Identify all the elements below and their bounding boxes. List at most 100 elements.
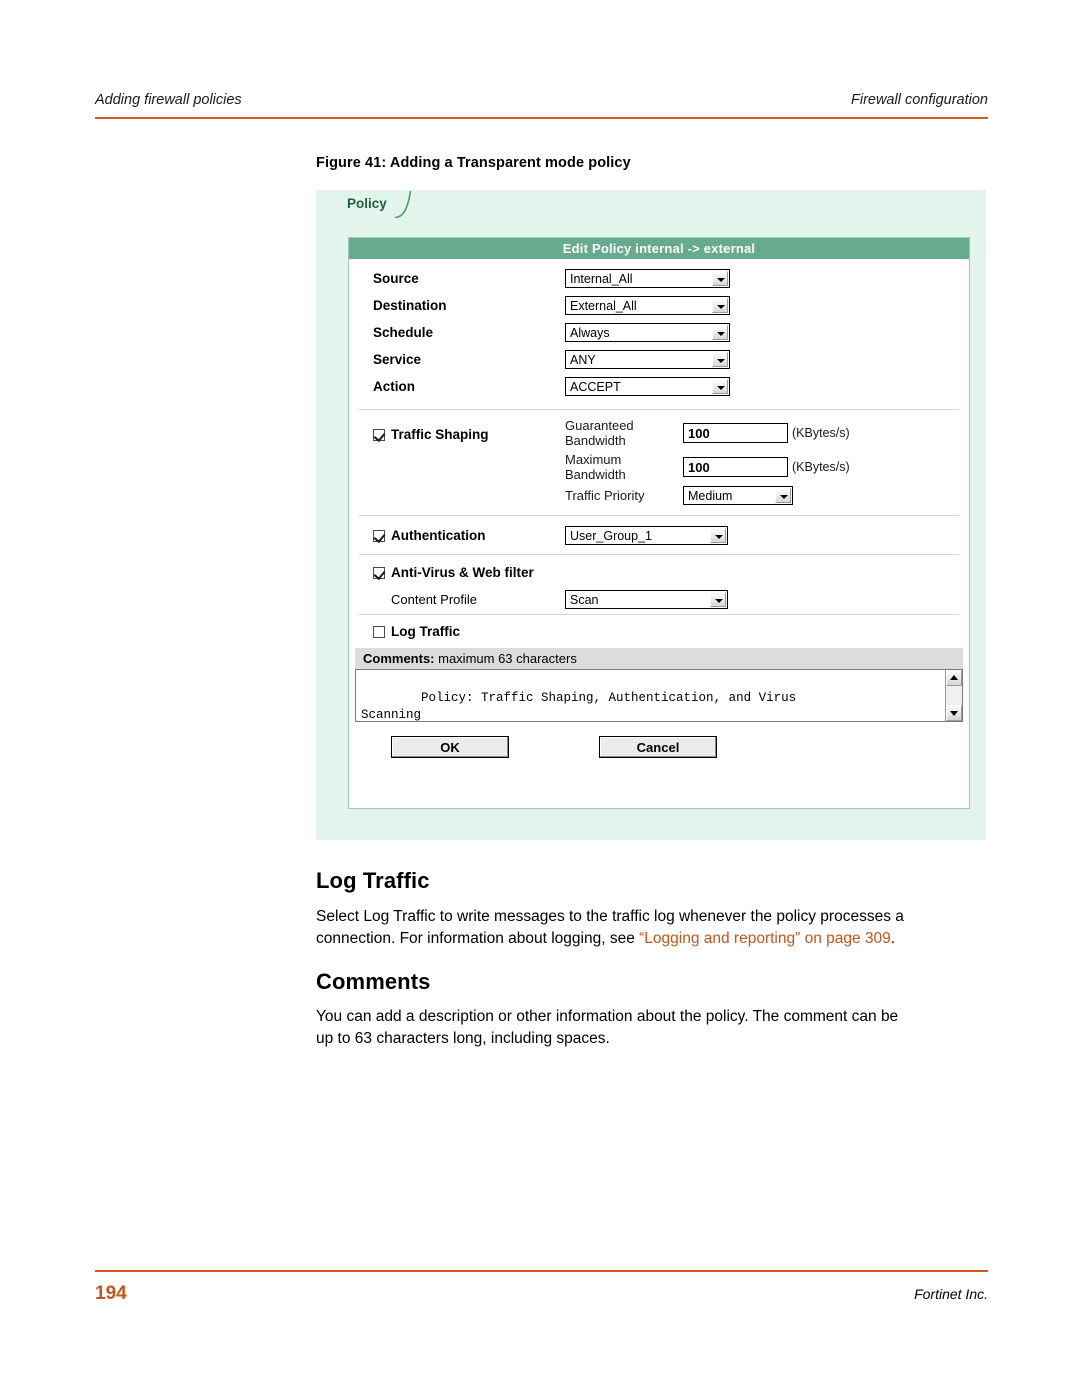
authentication-toggle[interactable]: Authentication (373, 528, 565, 543)
select-user-group-value: User_Group_1 (570, 528, 652, 543)
select-schedule[interactable]: Always (565, 323, 730, 342)
chevron-down-icon[interactable] (712, 325, 728, 340)
guaranteed-bandwidth-label-line2: Bandwidth (565, 433, 626, 448)
chevron-down-icon[interactable] (712, 271, 728, 286)
label-source: Source (373, 271, 419, 286)
select-service[interactable]: ANY (565, 350, 730, 369)
guaranteed-bandwidth-input[interactable]: 100 (683, 423, 788, 443)
running-head-left: Adding firewall policies (95, 92, 242, 108)
footer-divider (95, 1270, 988, 1272)
traffic-shaping-toggle[interactable]: Traffic Shaping (373, 418, 565, 509)
field-row-source: Source Internal_All (349, 265, 969, 292)
maximum-bandwidth-input[interactable]: 100 (683, 457, 788, 477)
antivirus-checkbox[interactable] (373, 567, 385, 579)
field-row-service: Service ANY (349, 346, 969, 373)
figure-caption: Figure 41: Adding a Transparent mode pol… (316, 155, 631, 171)
page-number: 194 (95, 1283, 127, 1304)
cross-reference-link[interactable]: “Logging and reporting” on page 309 (639, 930, 891, 947)
chevron-down-icon[interactable] (712, 352, 728, 367)
comments-text: Policy: Traffic Shaping, Authentication,… (361, 691, 797, 722)
maximum-bandwidth-label: Maximum Bandwidth (565, 452, 683, 482)
scroll-down-icon[interactable] (946, 705, 962, 721)
paragraph-log-traffic-2-post: . (890, 930, 896, 947)
maximum-bandwidth-label-line1: Maximum (565, 452, 622, 467)
guaranteed-bandwidth-label-line1: Guaranteed (565, 418, 634, 433)
select-destination[interactable]: External_All (565, 296, 730, 315)
traffic-priority-row: Traffic Priority Medium (565, 486, 969, 505)
guaranteed-bandwidth-unit: (KBytes/s) (792, 426, 850, 440)
field-row-schedule: Schedule Always (349, 319, 969, 346)
maximum-bandwidth-label-line2: Bandwidth (565, 467, 626, 482)
comments-textarea[interactable]: Policy: Traffic Shaping, Authentication,… (355, 669, 963, 722)
label-schedule: Schedule (373, 325, 434, 340)
field-row-destination: Destination External_All (349, 292, 969, 319)
tab-curve-decoration (395, 191, 417, 218)
comments-bar-hint: maximum 63 characters (434, 651, 577, 666)
log-traffic-checkbox[interactable] (373, 626, 385, 638)
scroll-up-icon[interactable] (946, 670, 962, 686)
maximum-bandwidth-unit: (KBytes/s) (792, 460, 850, 474)
heading-log-traffic: Log Traffic (316, 868, 430, 893)
paragraph-comments-1: You can add a description or other infor… (316, 1008, 899, 1025)
paragraph-comments-2: up to 63 characters long, including spac… (316, 1030, 610, 1047)
select-content-profile-value: Scan (570, 592, 599, 607)
traffic-shaping-label: Traffic Shaping (391, 427, 489, 442)
comments-scrollbar[interactable] (945, 670, 962, 721)
antivirus-label: Anti-Virus & Web filter (391, 565, 534, 580)
content-profile-row: Content Profile Scan (349, 584, 969, 614)
page-footer: 194 Fortinet Inc. (95, 1283, 988, 1305)
chevron-down-icon[interactable] (710, 591, 726, 607)
tab-row: Policy (317, 191, 985, 219)
authentication-label: Authentication (391, 527, 486, 543)
publisher-name: Fortinet Inc. (914, 1286, 988, 1302)
tab-policy-label: Policy (347, 196, 387, 211)
running-head-right: Firewall configuration (850, 92, 988, 108)
select-content-profile[interactable]: Scan (565, 589, 728, 609)
label-destination: Destination (373, 298, 447, 313)
select-user-group[interactable]: User_Group_1 (565, 525, 728, 545)
figure-panel: Policy Edit Policy internal -> external … (316, 190, 986, 840)
chevron-down-icon[interactable] (775, 488, 791, 503)
running-head: Adding firewall policies Firewall config… (95, 92, 988, 108)
log-traffic-toggle[interactable]: Log Traffic (349, 615, 969, 648)
tab-policy[interactable]: Policy (335, 191, 401, 218)
select-service-value: ANY (570, 353, 596, 367)
chevron-down-icon[interactable] (712, 298, 728, 313)
log-traffic-label: Log Traffic (391, 624, 461, 639)
antivirus-toggle[interactable]: Anti-Virus & Web filter (349, 555, 969, 584)
select-traffic-priority[interactable]: Medium (683, 486, 793, 505)
traffic-shaping-checkbox[interactable] (373, 429, 385, 441)
paragraph-log-traffic-2: connection. For information about loggin… (316, 928, 991, 950)
content-profile-label: Content Profile (391, 591, 477, 607)
comments-bar-title: Comments: (363, 651, 435, 666)
traffic-shaping-fields: Guaranteed Bandwidth 100 (KBytes/s) Maxi… (565, 418, 969, 509)
paragraph-log-traffic-2-pre: connection. For information about loggin… (316, 930, 640, 947)
select-schedule-value: Always (570, 326, 610, 340)
field-row-action: Action ACCEPT (349, 373, 969, 400)
select-destination-value: External_All (570, 299, 637, 313)
form-button-row: OK Cancel (349, 722, 969, 758)
guaranteed-bandwidth-row: Guaranteed Bandwidth 100 (KBytes/s) (565, 418, 969, 448)
edit-policy-form: Edit Policy internal -> external Source … (348, 237, 970, 809)
select-source[interactable]: Internal_All (565, 269, 730, 288)
comments-bar: Comments: maximum 63 characters (355, 648, 963, 669)
form-body: Source Internal_All Destination External… (349, 259, 969, 758)
traffic-priority-label: Traffic Priority (565, 488, 645, 503)
label-action: Action (373, 379, 415, 394)
form-title: Edit Policy internal -> external (349, 238, 969, 259)
authentication-section: Authentication User_Group_1 (349, 516, 969, 554)
cancel-button[interactable]: Cancel (599, 736, 717, 758)
traffic-shaping-section: Traffic Shaping Guaranteed Bandwidth 100… (349, 410, 969, 515)
header-divider (95, 117, 988, 119)
guaranteed-bandwidth-label: Guaranteed Bandwidth (565, 418, 683, 448)
select-source-value: Internal_All (570, 272, 633, 286)
select-action[interactable]: ACCEPT (565, 377, 730, 396)
paragraph-log-traffic-1: Select Log Traffic to write messages to … (316, 908, 904, 925)
label-service: Service (373, 352, 422, 367)
heading-comments: Comments (316, 969, 431, 994)
select-traffic-priority-value: Medium (688, 489, 733, 503)
chevron-down-icon[interactable] (710, 527, 726, 543)
chevron-down-icon[interactable] (712, 379, 728, 394)
authentication-checkbox[interactable] (373, 529, 385, 542)
select-action-value: ACCEPT (570, 380, 621, 394)
